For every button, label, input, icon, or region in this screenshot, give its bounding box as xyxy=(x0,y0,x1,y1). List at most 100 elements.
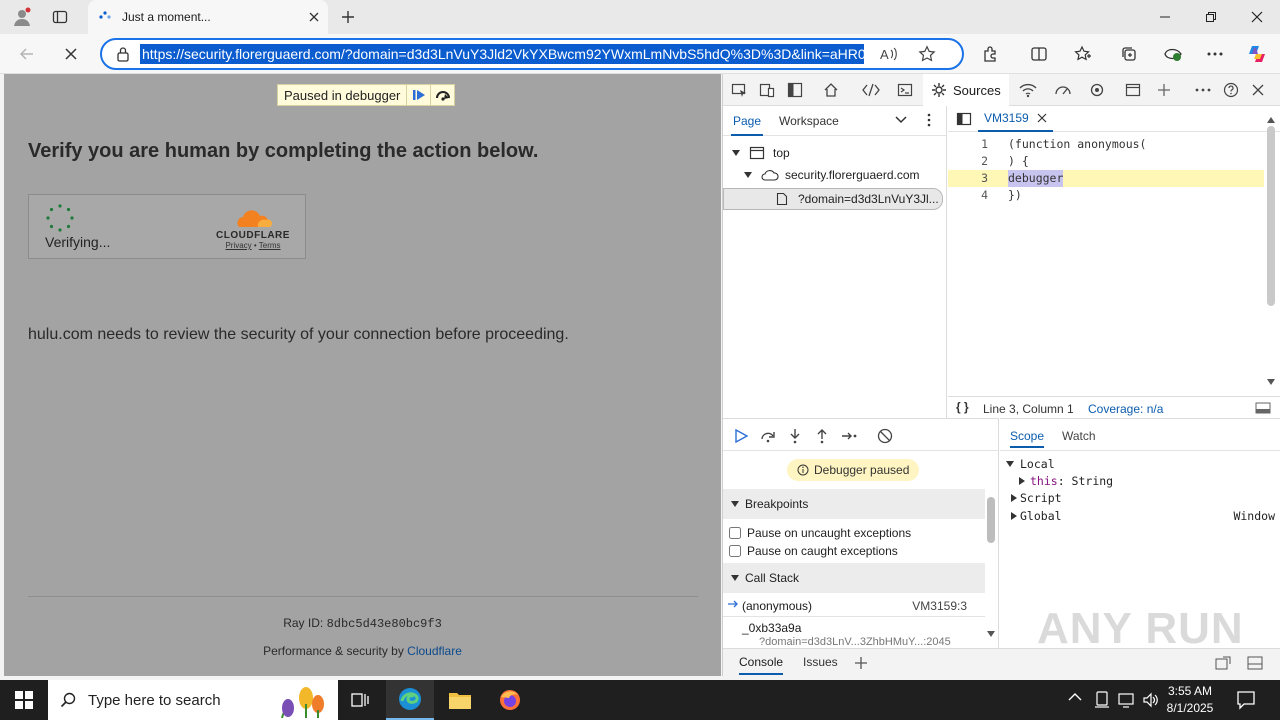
callstack-frame[interactable]: (anonymous) VM3159:3 xyxy=(723,595,985,617)
settings-more-icon[interactable] xyxy=(1200,40,1230,68)
performance-icon[interactable] xyxy=(1049,78,1077,102)
line-number[interactable]: 2 xyxy=(948,153,988,170)
sidebar-toggle-icon[interactable] xyxy=(1255,402,1271,414)
application-icon[interactable] xyxy=(1119,78,1147,102)
extensions-icon[interactable] xyxy=(976,40,1006,68)
scope-this[interactable]: this: String xyxy=(1018,474,1113,488)
firefox-icon[interactable] xyxy=(486,680,534,720)
code-line-paused[interactable]: 3 debugger xyxy=(948,170,1264,187)
new-tab-button[interactable] xyxy=(334,4,362,30)
volume-icon[interactable] xyxy=(1142,691,1160,709)
line-number[interactable]: 1 xyxy=(948,136,988,153)
browser-essentials-icon[interactable] xyxy=(1158,40,1188,68)
device-emulation-icon[interactable] xyxy=(753,78,781,102)
resume-icon[interactable] xyxy=(406,85,430,105)
devtools-menu-icon[interactable] xyxy=(1189,78,1217,102)
chevron-down-icon[interactable] xyxy=(895,115,907,125)
coverage-status[interactable]: Coverage: n/a xyxy=(1088,402,1163,416)
drawer-layout-icon[interactable] xyxy=(1247,656,1263,670)
scope-script[interactable]: Script xyxy=(1010,491,1062,505)
tab-issues[interactable]: Issues xyxy=(803,655,838,669)
code-line[interactable]: 1 (function anonymous( xyxy=(948,136,1264,153)
tab-page[interactable]: Page xyxy=(730,114,764,136)
read-aloud-icon[interactable]: A xyxy=(880,46,898,62)
checkbox[interactable] xyxy=(729,545,741,557)
notifications-icon[interactable] xyxy=(1236,690,1256,710)
start-button[interactable] xyxy=(0,680,48,720)
frame-location[interactable]: ?domain=d3d3LnV...3ZhbHMuY...:2045 xyxy=(759,636,951,648)
minimize-button[interactable] xyxy=(1142,0,1188,34)
step-out-icon[interactable] xyxy=(810,425,834,447)
line-number[interactable]: 3 xyxy=(948,170,988,187)
line-number[interactable]: 4 xyxy=(948,187,988,204)
code-line[interactable]: 4}) xyxy=(948,187,1264,204)
privacy-link[interactable]: Privacy xyxy=(225,241,251,250)
restore-button[interactable] xyxy=(1188,0,1234,34)
copilot-icon[interactable] xyxy=(1242,40,1272,68)
tab-actions-icon[interactable] xyxy=(46,4,74,30)
stop-loading-button[interactable] xyxy=(56,40,86,68)
tree-item-file[interactable]: ?domain=d3d3LnVuY3Jl... xyxy=(723,188,943,210)
tab-workspace[interactable]: Workspace xyxy=(779,114,839,128)
editor-tab-vm3159[interactable]: VM3159 xyxy=(978,106,1053,132)
favorites-icon[interactable] xyxy=(1068,40,1098,68)
close-window-button[interactable] xyxy=(1234,0,1280,34)
resume-icon[interactable] xyxy=(729,425,753,447)
back-button[interactable] xyxy=(12,40,42,68)
task-view-icon[interactable] xyxy=(336,680,384,720)
scroll-down-arrow-icon[interactable] xyxy=(1266,378,1276,386)
cloudflare-link[interactable]: Cloudflare xyxy=(407,644,462,658)
code-line[interactable]: 2) { xyxy=(948,153,1264,170)
toggle-drawer-icon[interactable] xyxy=(781,78,809,102)
editor-scrollbar[interactable] xyxy=(1267,126,1275,306)
dock-icon[interactable] xyxy=(1215,656,1231,670)
address-bar[interactable]: https://security.florerguaerd.com/?domai… xyxy=(100,38,964,70)
step-over-icon[interactable] xyxy=(430,85,454,105)
callstack-section-header[interactable]: Call Stack xyxy=(723,563,985,593)
tab-console[interactable]: Console xyxy=(739,655,784,675)
step-into-icon[interactable] xyxy=(783,425,807,447)
scroll-down-arrow-icon[interactable] xyxy=(987,631,995,637)
favorite-star-icon[interactable] xyxy=(918,45,936,63)
file-explorer-icon[interactable] xyxy=(436,680,484,720)
deactivate-breakpoints-icon[interactable] xyxy=(873,425,897,447)
pause-caught-checkbox[interactable]: Pause on caught exceptions xyxy=(729,544,898,558)
elements-icon[interactable] xyxy=(857,78,885,102)
frame-location[interactable]: VM3159:3 xyxy=(912,599,967,613)
step-icon[interactable] xyxy=(838,425,862,447)
callstack-frame[interactable]: _0xb33a9a ?domain=d3d3LnV...3ZhbHMuY...:… xyxy=(723,618,985,648)
step-over-icon[interactable] xyxy=(756,425,780,447)
scope-local[interactable]: Local xyxy=(1006,457,1055,471)
navigator-menu-icon[interactable] xyxy=(927,113,931,127)
browser-tab[interactable]: Just a moment... xyxy=(88,0,328,34)
scroll-up-arrow-icon[interactable] xyxy=(1266,116,1276,124)
turnstile-widget[interactable]: Verifying... CLOUDFLARE Privacy • Terms xyxy=(28,194,306,259)
tab-watch[interactable]: Watch xyxy=(1062,429,1096,443)
help-icon[interactable] xyxy=(1217,78,1245,102)
checkbox[interactable] xyxy=(729,527,741,539)
close-devtools-icon[interactable] xyxy=(1244,78,1272,102)
taskbar-clock[interactable]: 3:55 AM 8/1/2025 xyxy=(1160,683,1220,717)
tree-item-domain[interactable]: security.florerguaerd.com xyxy=(743,168,920,182)
tab-sources[interactable]: Sources xyxy=(923,74,1009,106)
network-tray-icon[interactable] xyxy=(1118,691,1136,709)
close-editor-tab-icon[interactable] xyxy=(1037,113,1047,123)
inspect-element-icon[interactable] xyxy=(725,78,753,102)
console-icon[interactable] xyxy=(891,78,919,102)
collections-icon[interactable] xyxy=(1114,40,1144,68)
terms-link[interactable]: Terms xyxy=(259,241,281,250)
network-icon[interactable] xyxy=(1014,78,1042,102)
profile-icon[interactable] xyxy=(8,4,36,30)
device-icon[interactable] xyxy=(1094,691,1110,709)
url-field[interactable]: https://security.florerguaerd.com/?domai… xyxy=(140,44,864,64)
welcome-home-icon[interactable] xyxy=(817,78,845,102)
edge-taskbar-icon[interactable] xyxy=(386,680,434,720)
add-drawer-tab-icon[interactable] xyxy=(854,656,868,670)
show-hidden-icons-chevron-icon[interactable] xyxy=(1068,692,1082,702)
close-tab-icon[interactable] xyxy=(308,11,320,23)
debugger-scrollbar[interactable] xyxy=(987,497,995,543)
pretty-print-button[interactable]: { } xyxy=(956,400,969,414)
pause-uncaught-checkbox[interactable]: Pause on uncaught exceptions xyxy=(729,526,911,540)
tab-scope[interactable]: Scope xyxy=(1010,429,1045,448)
more-tools-plus-icon[interactable] xyxy=(1150,78,1178,102)
